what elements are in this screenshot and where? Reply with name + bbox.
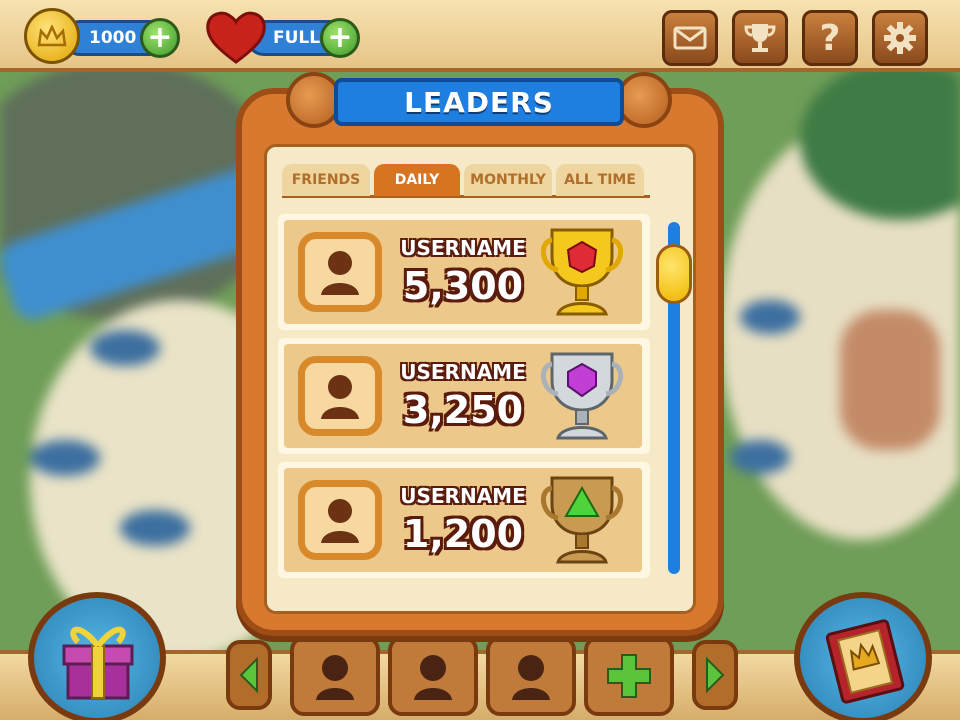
silver-trophy-purple-gem-icon bbox=[541, 352, 623, 440]
player-score: 3,250 bbox=[402, 388, 524, 432]
settings-button[interactable] bbox=[872, 10, 928, 66]
leaderboard-row: USERNAME 1,200 bbox=[278, 462, 650, 578]
dialog-title: LEADERS bbox=[334, 78, 624, 126]
buy-coins-button[interactable]: + bbox=[140, 18, 180, 58]
gear-icon bbox=[884, 22, 916, 54]
plus-icon bbox=[607, 654, 651, 698]
tab-all-time[interactable]: ALL TIME bbox=[556, 164, 644, 196]
tab-friends[interactable]: FRIENDS bbox=[282, 164, 370, 196]
trophy-icon bbox=[744, 24, 776, 52]
player-username: USERNAME bbox=[400, 236, 526, 260]
player-avatar bbox=[298, 480, 382, 560]
mail-button[interactable] bbox=[662, 10, 718, 66]
slots-next-button[interactable] bbox=[692, 640, 738, 710]
crown-coin-icon bbox=[24, 8, 80, 64]
tab-monthly[interactable]: MONTHLY bbox=[464, 164, 552, 196]
achievements-button[interactable] bbox=[732, 10, 788, 66]
friend-slot-2[interactable] bbox=[388, 636, 478, 716]
slots-prev-button[interactable] bbox=[226, 640, 272, 710]
player-avatar bbox=[298, 232, 382, 312]
avatar-icon bbox=[321, 499, 359, 543]
leaderboard-row: USERNAME 5,300 bbox=[278, 214, 650, 330]
tab-daily[interactable]: DAILY bbox=[374, 164, 460, 196]
friend-slot-1[interactable] bbox=[290, 636, 380, 716]
avatar-icon bbox=[321, 251, 359, 295]
player-username: USERNAME bbox=[400, 360, 526, 384]
leaderboard-tabs: FRIENDS DAILY MONTHLY ALL TIME bbox=[282, 164, 650, 198]
scrollbar-thumb[interactable] bbox=[656, 244, 692, 304]
journal-button[interactable] bbox=[794, 592, 932, 720]
gift-icon bbox=[62, 626, 134, 700]
buy-lives-button[interactable]: + bbox=[320, 18, 360, 58]
player-score: 5,300 bbox=[402, 264, 524, 308]
bronze-trophy-green-gem-icon bbox=[541, 476, 623, 564]
help-icon: ? bbox=[819, 17, 841, 59]
player-username: USERNAME bbox=[400, 484, 526, 508]
avatar-icon bbox=[414, 655, 452, 700]
arrow-left-icon bbox=[239, 657, 258, 693]
arrow-right-icon bbox=[706, 657, 725, 693]
book-icon bbox=[825, 619, 905, 704]
avatar-icon bbox=[321, 375, 359, 419]
avatar-icon bbox=[512, 655, 550, 700]
heart-icon bbox=[204, 8, 268, 66]
gift-button[interactable] bbox=[28, 592, 166, 720]
avatar-icon bbox=[316, 655, 354, 700]
leaderboard-row: USERNAME 3,250 bbox=[278, 338, 650, 454]
gold-trophy-red-gem-icon bbox=[541, 228, 623, 316]
player-score: 1,200 bbox=[402, 512, 524, 556]
add-friend-slot[interactable] bbox=[584, 636, 674, 716]
help-button[interactable]: ? bbox=[802, 10, 858, 66]
player-avatar bbox=[298, 356, 382, 436]
mail-icon bbox=[673, 26, 707, 50]
scroll-curl-right bbox=[616, 72, 672, 128]
friend-slot-3[interactable] bbox=[486, 636, 576, 716]
